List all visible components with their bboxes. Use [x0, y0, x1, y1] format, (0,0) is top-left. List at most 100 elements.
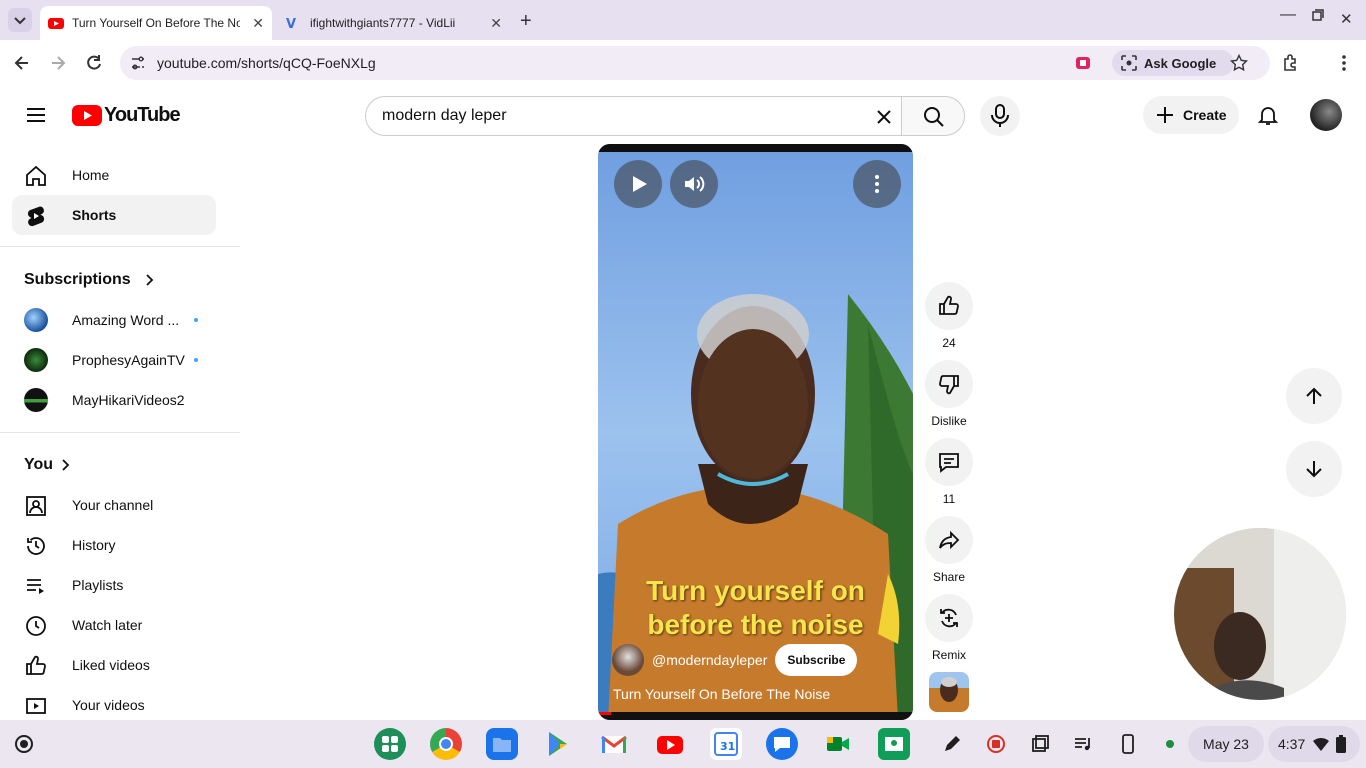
- voice-search-button[interactable]: [980, 96, 1020, 136]
- dislike-button[interactable]: [925, 360, 973, 408]
- sidebar-item-label: Your channel: [72, 497, 154, 513]
- volume-button[interactable]: [670, 160, 718, 208]
- like-button[interactable]: [925, 282, 973, 330]
- reload-icon[interactable]: [84, 53, 104, 73]
- bookmark-star-icon[interactable]: [1230, 54, 1248, 72]
- create-button[interactable]: Create: [1143, 96, 1239, 134]
- svg-text:V: V: [286, 17, 296, 31]
- tab-youtube[interactable]: Turn Yourself On Before The Noise ✕: [40, 6, 272, 40]
- share-icon: [939, 530, 960, 550]
- extensions-icon[interactable]: [1281, 53, 1301, 73]
- files-icon[interactable]: [486, 728, 518, 760]
- player-top-bar: [598, 144, 913, 152]
- sidebar-item-subscription[interactable]: MayHikariVideos2: [12, 380, 216, 420]
- shorts-player[interactable]: Turn yourself on before the noise @moder…: [598, 144, 913, 720]
- remix-action[interactable]: Remix: [925, 594, 973, 662]
- tab-search-button[interactable]: [8, 8, 32, 32]
- classroom-icon[interactable]: [878, 728, 910, 760]
- progress-fill: [598, 712, 611, 715]
- date-tray[interactable]: May 23: [1188, 726, 1264, 762]
- app-launcher-grid-icon[interactable]: [374, 728, 406, 760]
- calendar-icon[interactable]: 31: [710, 728, 742, 760]
- omnibox[interactable]: youtube.com/shorts/qCQ-FoeNXLg Ask Googl…: [120, 46, 1270, 80]
- previous-short-button[interactable]: [1286, 368, 1342, 424]
- comments-action[interactable]: 11: [925, 438, 973, 506]
- subscribe-button[interactable]: Subscribe: [775, 644, 858, 676]
- dislike-action[interactable]: Dislike: [925, 360, 973, 428]
- tab-title: Turn Yourself On Before The Noise: [72, 16, 240, 30]
- like-action[interactable]: 24: [925, 282, 973, 350]
- pen-icon[interactable]: [942, 734, 962, 754]
- play-button[interactable]: [614, 160, 662, 208]
- back-icon[interactable]: [12, 53, 32, 73]
- screen-record-icon[interactable]: [986, 734, 1006, 754]
- progress-bar[interactable]: [598, 712, 913, 720]
- time-label: 4:37: [1278, 736, 1306, 752]
- meet-icon[interactable]: [822, 728, 854, 760]
- messages-icon[interactable]: [766, 728, 798, 760]
- your-videos-icon: [26, 698, 46, 714]
- new-tab-icon[interactable]: +: [520, 10, 532, 33]
- sidebar-item-subscription[interactable]: Amazing Word ...: [12, 300, 216, 340]
- chrome-icon[interactable]: [430, 728, 462, 760]
- sidebar-item-liked-videos[interactable]: Liked videos: [12, 645, 216, 685]
- sidebar-item-subscription[interactable]: ProphesyAgainTV: [12, 340, 216, 380]
- comments-button[interactable]: [925, 438, 973, 486]
- more-options-button[interactable]: [853, 160, 901, 208]
- liked-videos-icon: [26, 655, 46, 675]
- restore-icon[interactable]: [1312, 9, 1324, 21]
- gmail-icon[interactable]: [598, 728, 630, 760]
- sound-thumbnail[interactable]: [929, 672, 969, 712]
- media-controls-icon[interactable]: [1073, 734, 1093, 754]
- channel-avatar: [24, 348, 48, 372]
- launcher-icon[interactable]: [14, 734, 34, 754]
- you-heading[interactable]: You: [24, 456, 73, 474]
- search-button[interactable]: [901, 96, 965, 136]
- account-avatar[interactable]: [1310, 99, 1342, 131]
- search-input[interactable]: modern day leper: [382, 107, 507, 125]
- menu-icon[interactable]: [24, 103, 48, 127]
- vidlii-favicon-icon: V: [286, 17, 296, 31]
- sidebar-item-playlists[interactable]: Playlists: [12, 565, 216, 605]
- sidebar-item-label: Watch later: [72, 617, 143, 633]
- search-box[interactable]: modern day leper: [365, 96, 902, 136]
- plus-icon: [1157, 107, 1173, 123]
- sidebar-item-home[interactable]: Home: [12, 155, 216, 195]
- close-tab-icon[interactable]: ✕: [490, 15, 502, 32]
- ask-google-button[interactable]: Ask Google: [1112, 50, 1234, 76]
- sidebar-item-shorts[interactable]: Shorts: [12, 195, 216, 235]
- subscriptions-heading[interactable]: Subscriptions: [24, 271, 157, 289]
- close-window-icon[interactable]: ✕: [1340, 10, 1353, 28]
- tab-vidlii[interactable]: V ifightwithgiants7777 - VidLii ✕: [278, 6, 510, 40]
- phone-hub-icon[interactable]: [1118, 734, 1138, 754]
- share-button[interactable]: [925, 516, 973, 564]
- media-playing-icon[interactable]: [1076, 57, 1090, 69]
- youtube-app-icon[interactable]: [654, 728, 686, 760]
- new-content-dot: [194, 318, 198, 322]
- notifications-bell-icon[interactable]: [1256, 103, 1280, 127]
- channel-handle[interactable]: @moderndayleper: [652, 652, 767, 668]
- url-text[interactable]: youtube.com/shorts/qCQ-FoeNXLg: [157, 55, 376, 71]
- close-tab-icon[interactable]: ✕: [252, 15, 264, 32]
- youtube-logo[interactable]: YouTube: [72, 104, 181, 127]
- clear-search-icon[interactable]: [874, 107, 894, 127]
- play-store-icon[interactable]: [542, 728, 574, 760]
- camera-preview-overlay[interactable]: [1174, 528, 1346, 700]
- clipboard-icon[interactable]: [1030, 734, 1050, 754]
- sidebar-item-your-channel[interactable]: Your channel: [12, 485, 216, 525]
- status-tray[interactable]: 4:37: [1268, 726, 1360, 762]
- next-short-button[interactable]: [1286, 441, 1342, 497]
- sidebar-item-watch-later[interactable]: Watch later: [12, 605, 216, 645]
- forward-icon[interactable]: [48, 53, 68, 73]
- site-info-icon[interactable]: [130, 55, 146, 71]
- dislike-label: Dislike: [931, 414, 967, 428]
- sidebar-item-your-videos[interactable]: Your videos: [12, 685, 216, 725]
- remix-button[interactable]: [925, 594, 973, 642]
- sidebar-item-history[interactable]: History: [12, 525, 216, 565]
- comment-icon: [939, 453, 959, 473]
- more-vert-icon[interactable]: [1336, 53, 1352, 73]
- minimize-icon[interactable]: —: [1280, 6, 1296, 24]
- video-title[interactable]: Turn Yourself On Before The Noise: [613, 686, 830, 702]
- channel-avatar[interactable]: [612, 644, 644, 676]
- share-action[interactable]: Share: [925, 516, 973, 584]
